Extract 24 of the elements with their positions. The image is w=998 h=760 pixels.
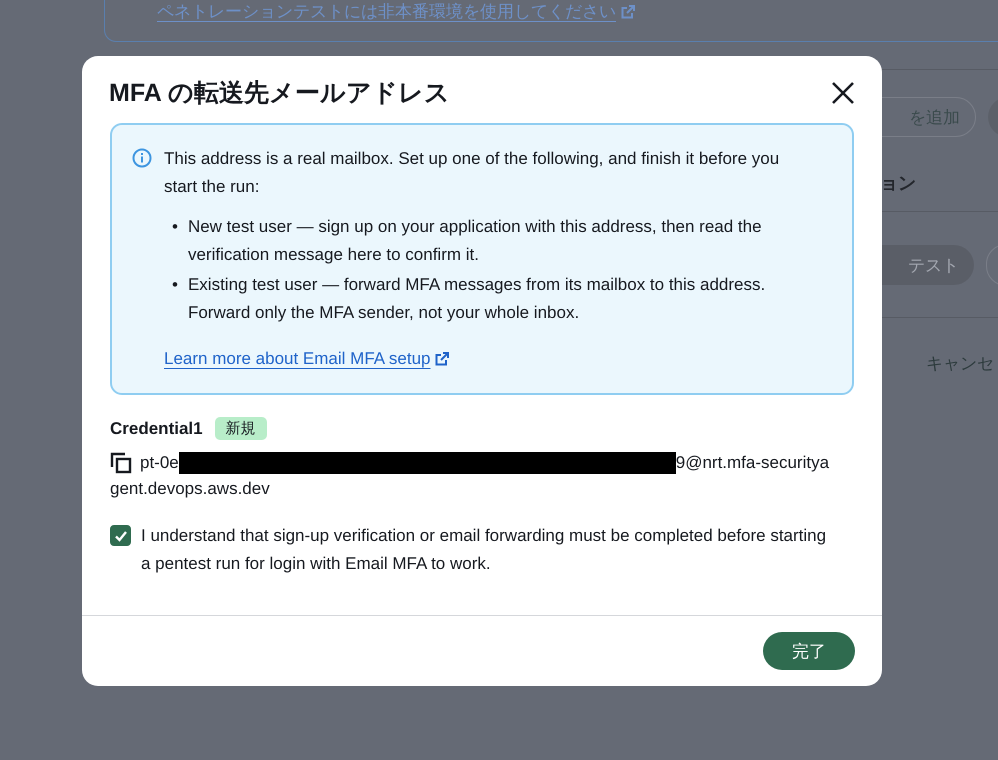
email-text: gent.devops.aws.dev [110, 478, 270, 500]
copy-icon[interactable] [110, 452, 132, 474]
guidance-link[interactable]: ペネトレーションテストには非本番環境を使用してください [157, 0, 635, 23]
email-text: pt-0e [140, 452, 179, 474]
checkbox-label: I understand that sign-up verification or email forwarding must be completed before starting a pentest run for login with Email MFA to work. [141, 525, 828, 575]
cancel-link[interactable]: キャンセ [926, 352, 994, 375]
bullet-marker: • [172, 216, 178, 238]
new-badge: 新規 [214, 417, 267, 440]
checkmark-icon [114, 528, 128, 542]
checkbox[interactable] [110, 525, 131, 546]
bullet-item: Existing test user — forward MFA messages from its mailbox to this address. Forward only the MFA sender, not your whole inbox. [188, 274, 766, 324]
dialog-title: MFA の転送先メールアドレス [109, 78, 450, 109]
external-link-icon [435, 352, 450, 366]
learn-more-link[interactable]: Learn more about Email MFA setup [164, 345, 450, 373]
bullet-marker: • [172, 274, 178, 296]
bullet-item: New test user — sign up on your application with this address, then read the verification message here to confirm it. [188, 216, 763, 266]
credential-name: Credential1 [110, 418, 203, 438]
info-text: This address is a real mailbox. Set up one of the following, and finish it before you start the run: [164, 148, 780, 198]
section-heading: ョン [880, 172, 916, 195]
close-button[interactable] [830, 80, 856, 106]
external-link-icon [621, 4, 635, 18]
email-text: 9@nrt.mfa-securitya [676, 452, 830, 474]
info-icon [132, 148, 152, 168]
done-button[interactable]: 完了 [763, 632, 855, 670]
